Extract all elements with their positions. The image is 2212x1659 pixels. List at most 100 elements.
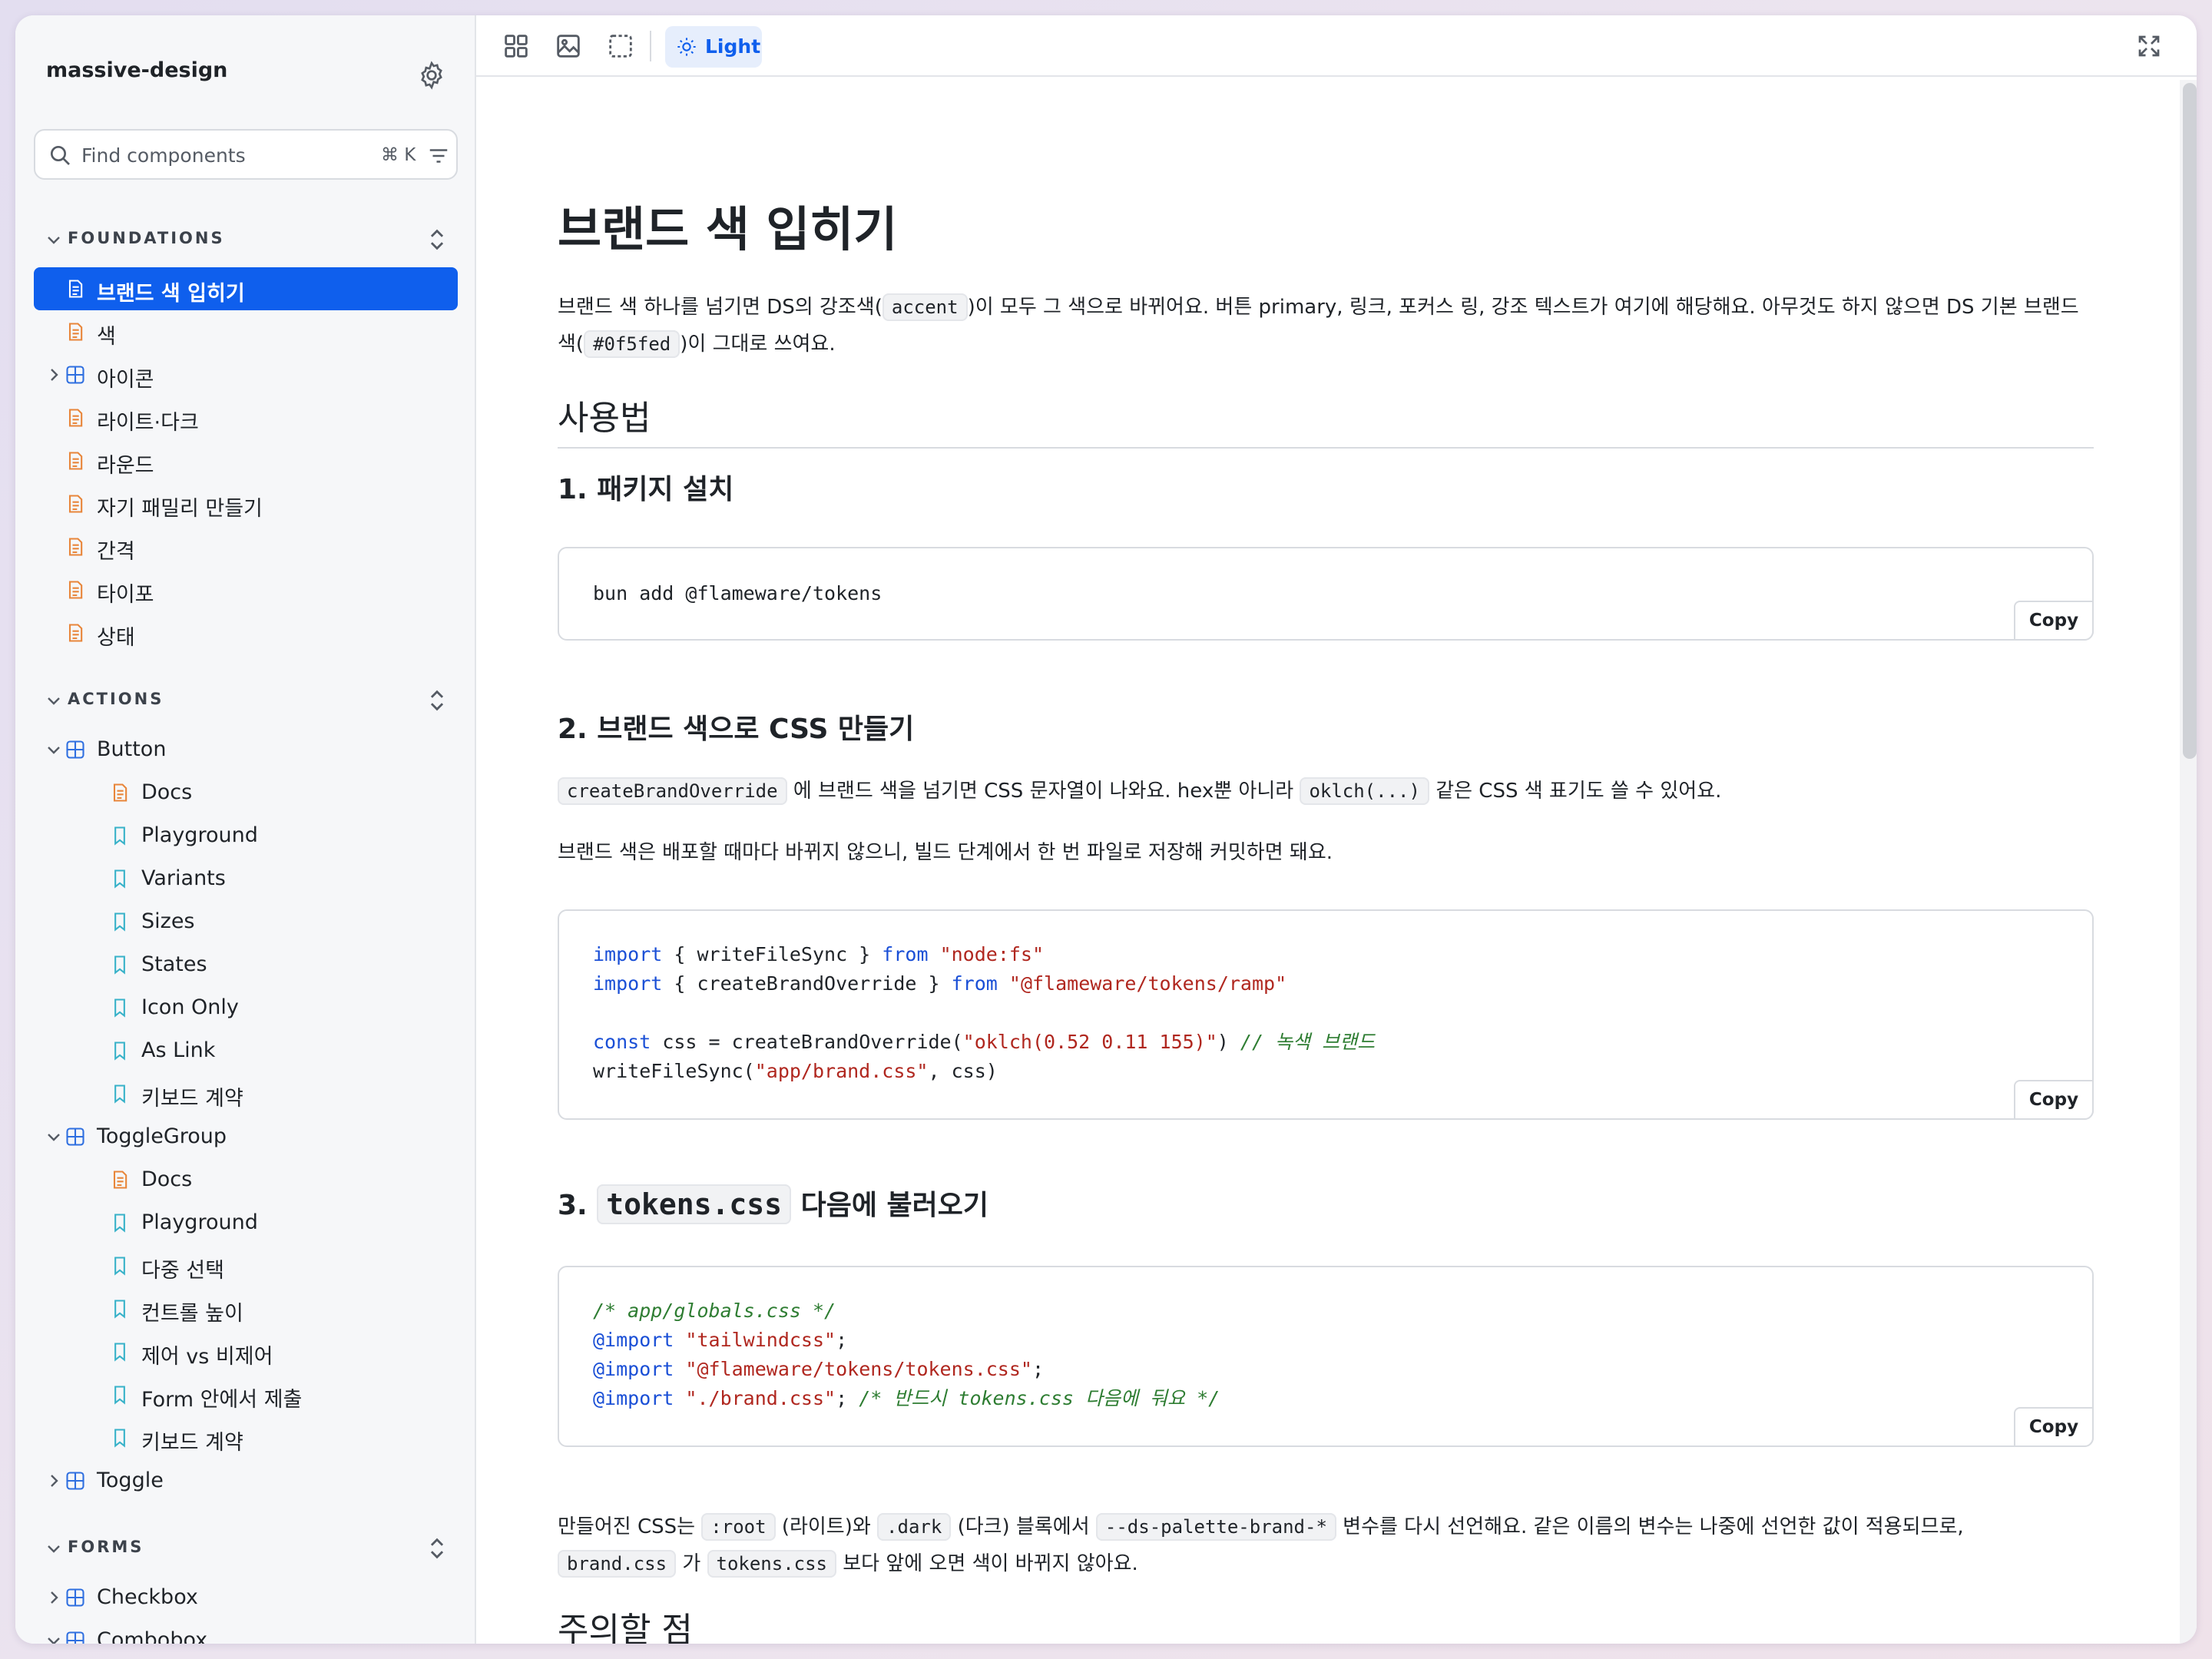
sidebar-item-button-keyboard[interactable]: 키보드 계약: [34, 1072, 458, 1115]
code-token: , css): [928, 1060, 998, 1082]
sidebar-item-label: 타이포: [97, 583, 154, 607]
theme-toggle-button[interactable]: Light: [665, 26, 762, 68]
sidebar-item-label: Button: [97, 737, 167, 761]
code-keyword: const: [593, 1031, 651, 1053]
toolbar: Light: [476, 15, 2197, 77]
scrollbar-thumb[interactable]: [2183, 83, 2197, 759]
search-box[interactable]: Find components ⌘ K: [34, 129, 458, 180]
sidebar-item-label: As Link: [141, 1038, 216, 1062]
sidebar-item-label: 라이트·다크: [97, 411, 199, 435]
collapse-toggle-icon[interactable]: [424, 1535, 450, 1562]
sidebar-item-combobox[interactable]: Combobox: [34, 1619, 458, 1644]
text: 만들어진 CSS는: [558, 1515, 696, 1538]
sidebar-item-button-sizes[interactable]: Sizes: [34, 900, 458, 943]
chevron-right-icon[interactable]: [45, 366, 63, 384]
gear-icon[interactable]: [416, 60, 447, 91]
code-string: "node:fs": [939, 943, 1045, 965]
sidebar-item-button-states[interactable]: States: [34, 943, 458, 986]
sidebar-item-icons[interactable]: 아이콘: [34, 353, 458, 396]
sidebar-item-color[interactable]: 색: [34, 310, 458, 353]
chevron-down-icon[interactable]: [45, 740, 63, 759]
sidebar-item-button-aslink[interactable]: As Link: [34, 1029, 458, 1072]
sidebar-item-togglegroup-keyboard[interactable]: 키보드 계약: [34, 1416, 458, 1459]
copy-button[interactable]: Copy: [2014, 1080, 2094, 1120]
sidebar-item-state[interactable]: 상태: [34, 611, 458, 654]
code-token: writeFileSync(: [593, 1060, 755, 1082]
chevron-down-icon[interactable]: [45, 1128, 63, 1146]
section-forms[interactable]: FORMS: [15, 1532, 475, 1565]
sidebar-item-togglegroup-multi[interactable]: 다중 선택: [34, 1244, 458, 1287]
section-foundations[interactable]: FOUNDATIONS: [15, 223, 475, 257]
code-comment: // 녹색 브랜드: [1240, 1031, 1376, 1053]
code-keyword: from: [951, 972, 998, 995]
theme-label: Light: [705, 35, 761, 58]
code-token: { createBrandOverride }: [662, 972, 952, 995]
sidebar-item-lightdark[interactable]: 라이트·다크: [34, 396, 458, 439]
sidebar-item-button[interactable]: Button: [34, 728, 458, 771]
code-keyword: @import: [593, 1358, 674, 1380]
code-text: bun add @flameware/tokens: [593, 582, 882, 604]
fullscreen-icon[interactable]: [2135, 32, 2163, 60]
text: )이 그대로 쓰여요.: [680, 333, 836, 356]
sidebar-item-togglegroup-playground[interactable]: Playground: [34, 1201, 458, 1244]
frame-icon[interactable]: [605, 31, 636, 61]
app-title: massive-design: [46, 58, 228, 82]
copy-button[interactable]: Copy: [2014, 1407, 2094, 1447]
document-icon: [68, 581, 83, 599]
document-icon: [68, 323, 83, 341]
sidebar-item-family[interactable]: 자기 패밀리 만들기: [34, 482, 458, 525]
sidebar-item-brand[interactable]: 브랜드 색 입히기: [34, 267, 458, 310]
image-icon[interactable]: [553, 31, 584, 61]
bookmark-icon: [114, 998, 125, 1018]
sidebar-item-label: Toggle: [97, 1469, 164, 1492]
sidebar-item-button-icononly[interactable]: Icon Only: [34, 986, 458, 1029]
text: 가: [682, 1552, 701, 1575]
sidebar-item-label: Combobox: [97, 1628, 208, 1644]
text: 같은 CSS 색 표기도 쓸 수 있어요.: [1435, 780, 1722, 803]
page-title: 브랜드 색 입히기: [558, 201, 898, 257]
heading-number: 3.: [558, 1190, 588, 1221]
copy-button[interactable]: Copy: [2014, 601, 2094, 641]
sidebar-item-togglegroup[interactable]: ToggleGroup: [34, 1115, 458, 1158]
code-string: "app/brand.css": [754, 1060, 929, 1082]
heading-step-2: 2. 브랜드 색으로 CSS 만들기: [558, 714, 915, 745]
paragraph-5: brand.css 가 tokens.css 보다 앞에 오면 색이 바뀌지 않…: [558, 1545, 1138, 1582]
grid-icon[interactable]: [501, 31, 531, 61]
sidebar-item-label: 브랜드 색 입히기: [97, 282, 245, 306]
chevron-right-icon[interactable]: [45, 1588, 63, 1607]
sidebar-item-button-docs[interactable]: Docs: [34, 771, 458, 814]
sidebar-item-label: Icon Only: [141, 995, 239, 1019]
sidebar-item-toggle[interactable]: Toggle: [34, 1459, 458, 1502]
bookmark-icon: [114, 1084, 125, 1104]
code-token: ;: [836, 1329, 848, 1351]
collapse-toggle-icon[interactable]: [424, 226, 450, 253]
code-token: css = createBrandOverride(: [651, 1031, 963, 1053]
heading-usage: 사용법: [558, 399, 651, 438]
sidebar-item-round[interactable]: 라운드: [34, 439, 458, 482]
intro-line-1: 브랜드 색 하나를 넘기면 DS의 강조색(accent)이 모두 그 색으로 …: [558, 289, 2079, 326]
sidebar-item-togglegroup-docs[interactable]: Docs: [34, 1158, 458, 1201]
sidebar-item-togglegroup-controlled[interactable]: 제어 vs 비제어: [34, 1330, 458, 1373]
sidebar-item-spacing[interactable]: 간격: [34, 525, 458, 568]
sidebar-item-typo[interactable]: 타이포: [34, 568, 458, 611]
chevron-down-icon[interactable]: [45, 1631, 63, 1644]
sidebar-item-checkbox[interactable]: Checkbox: [34, 1576, 458, 1619]
sidebar-item-togglegroup-form[interactable]: Form 안에서 제출: [34, 1373, 458, 1416]
sidebar-item-button-playground[interactable]: Playground: [34, 814, 458, 857]
section-actions[interactable]: ACTIONS: [15, 684, 475, 717]
bookmark-icon: [114, 1257, 125, 1276]
code-text: import { writeFileSync } from "node:fs" …: [593, 940, 1375, 1086]
filter-icon[interactable]: [427, 144, 450, 167]
sidebar-item-label: States: [141, 952, 207, 976]
code-text: /* app/globals.css */ @import "tailwindc…: [593, 1296, 1220, 1413]
sidebar-item-label: 키보드 계약: [141, 1431, 243, 1455]
sidebar-item-togglegroup-height[interactable]: 컨트롤 높이: [34, 1287, 458, 1330]
paragraph-3: 브랜드 색은 배포할 때마다 바뀌지 않으니, 빌드 단계에서 한 번 파일로 …: [558, 841, 1333, 864]
chevron-right-icon[interactable]: [45, 1472, 63, 1490]
collapse-toggle-icon[interactable]: [424, 687, 450, 714]
sidebar-item-label: Playground: [141, 1210, 258, 1234]
document-icon: [68, 495, 83, 513]
search-input[interactable]: Find components: [81, 144, 246, 167]
sidebar-item-button-variants[interactable]: Variants: [34, 857, 458, 900]
text: 색(: [558, 333, 584, 356]
